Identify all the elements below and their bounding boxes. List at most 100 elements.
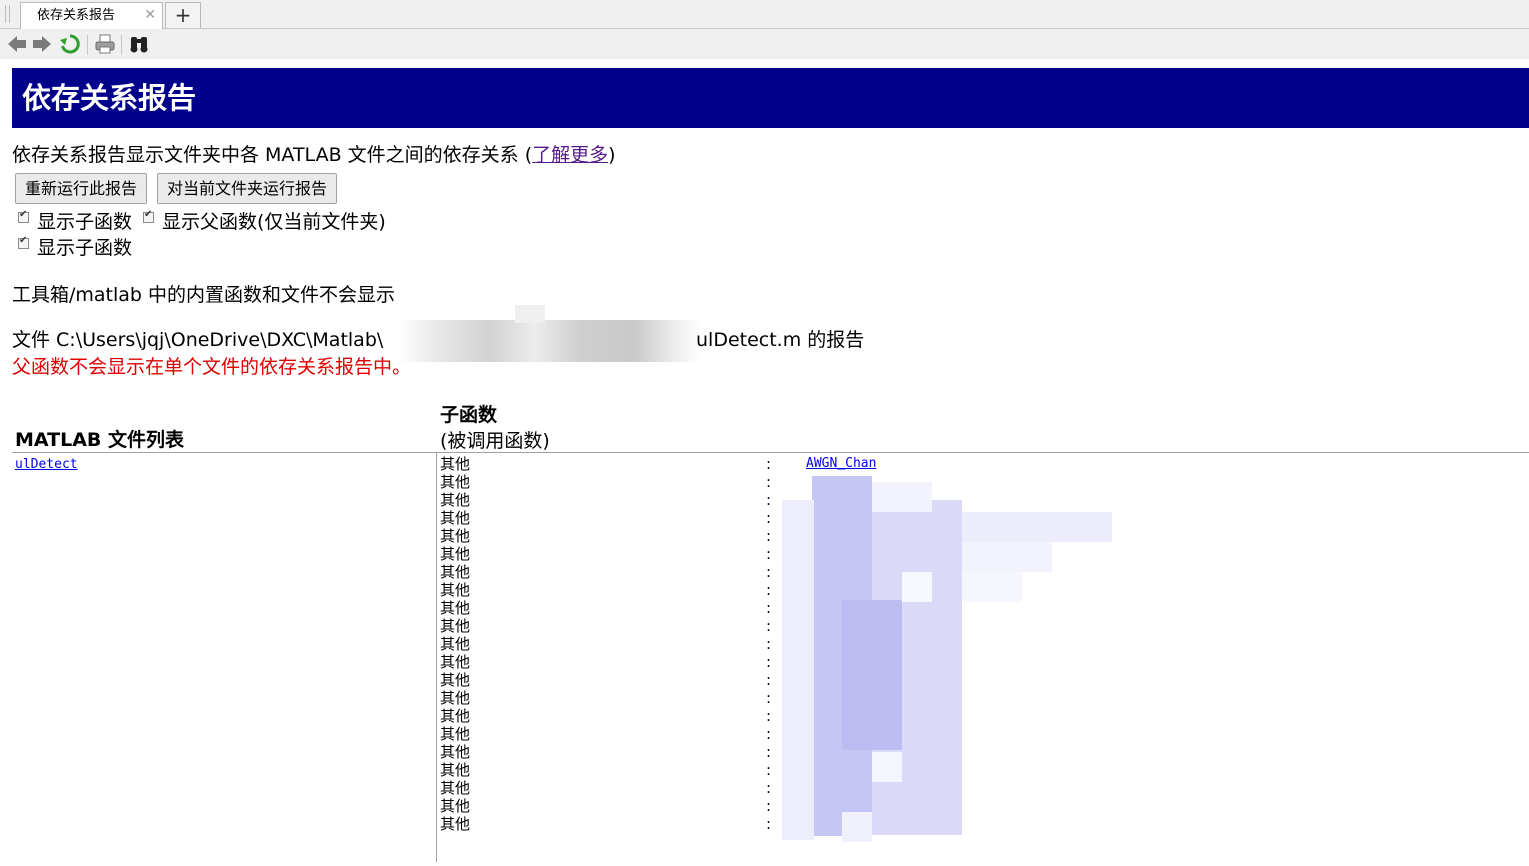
description-text: 依存关系报告显示文件夹中各 MATLAB 文件之间的依存关系 ( bbox=[12, 144, 533, 166]
table-row: 其他: bbox=[440, 779, 910, 797]
table-row: 其他: bbox=[440, 563, 910, 581]
show-subfunctions-2-label: 显示子函数 bbox=[37, 237, 133, 259]
row-separator: : bbox=[766, 653, 772, 671]
function-type: 其他 bbox=[440, 671, 471, 689]
table-row: 其他: bbox=[440, 743, 910, 761]
row-separator: : bbox=[766, 455, 772, 473]
table-row: 其他: bbox=[440, 491, 910, 509]
row-separator: : bbox=[766, 689, 772, 707]
function-type: 其他 bbox=[440, 527, 471, 545]
table-row: 其他: bbox=[440, 635, 910, 653]
row-separator: : bbox=[766, 581, 772, 599]
column-divider bbox=[436, 452, 437, 862]
row-separator: : bbox=[766, 797, 772, 815]
row-separator: : bbox=[766, 563, 772, 581]
function-type: 其他 bbox=[440, 455, 471, 473]
show-parent-checkbox[interactable] bbox=[143, 209, 154, 223]
row-separator: : bbox=[766, 761, 772, 779]
find-icon[interactable] bbox=[128, 33, 150, 55]
table-row: 其他: bbox=[440, 473, 910, 491]
row-separator: : bbox=[766, 527, 772, 545]
table-row: 其他: AWGN_Chan bbox=[440, 455, 910, 473]
show-parent-label: 显示父函数(仅当前文件夹) bbox=[162, 211, 386, 233]
table-row: 其他: bbox=[440, 509, 910, 527]
file-path-suffix: ulDetect.m 的报告 bbox=[696, 329, 865, 351]
toolbar-separator bbox=[121, 35, 122, 55]
subfunctions-subheader: (被调用函数) bbox=[440, 430, 550, 452]
row-separator: : bbox=[766, 509, 772, 527]
function-type: 其他 bbox=[440, 779, 471, 797]
row-separator: : bbox=[766, 725, 772, 743]
table-row: 其他: bbox=[440, 671, 910, 689]
function-type: 其他 bbox=[440, 725, 471, 743]
new-tab-button[interactable]: + bbox=[165, 2, 201, 28]
report-description: 依存关系报告显示文件夹中各 MATLAB 文件之间的依存关系 (了解更多) bbox=[12, 140, 616, 167]
rerun-report-button[interactable]: 重新运行此报告 bbox=[15, 173, 148, 204]
table-row: 其他: bbox=[440, 599, 910, 617]
table-row: 其他: bbox=[440, 689, 910, 707]
row-separator: : bbox=[766, 545, 772, 563]
row-separator: : bbox=[766, 473, 772, 491]
show-subfunctions-checkbox[interactable] bbox=[18, 209, 29, 223]
page-title: 依存关系报告 bbox=[12, 68, 1529, 128]
row-separator: : bbox=[766, 815, 772, 833]
table-row: 其他: bbox=[440, 545, 910, 563]
row-separator: : bbox=[766, 671, 772, 689]
row-separator: : bbox=[766, 635, 772, 653]
forward-icon[interactable] bbox=[31, 33, 53, 55]
function-type: 其他 bbox=[440, 563, 471, 581]
file-path-prefix: 文件 C:\Users\jqj\OneDrive\DXC\Matlab\ bbox=[12, 329, 384, 351]
function-type: 其他 bbox=[440, 581, 471, 599]
file-link[interactable]: ulDetect bbox=[15, 457, 78, 472]
tab-label: 依存关系报告 bbox=[37, 8, 116, 23]
description-suffix: ) bbox=[608, 144, 616, 166]
table-row: 其他: bbox=[440, 815, 910, 833]
show-subfunctions-2-checkbox[interactable] bbox=[18, 235, 29, 249]
row-separator: : bbox=[766, 599, 772, 617]
function-type: 其他 bbox=[440, 743, 471, 761]
function-type: 其他 bbox=[440, 509, 471, 527]
tab-dependency-report[interactable]: 依存关系报告 ✕ bbox=[20, 2, 163, 29]
back-icon[interactable] bbox=[6, 33, 28, 55]
toolbar bbox=[0, 29, 1529, 59]
print-icon[interactable] bbox=[94, 33, 116, 55]
row-separator: : bbox=[766, 617, 772, 635]
table-row: 其他: bbox=[440, 527, 910, 545]
row-separator: : bbox=[766, 707, 772, 725]
row-separator: : bbox=[766, 491, 772, 509]
table-row: 其他: bbox=[440, 797, 910, 815]
function-type: 其他 bbox=[440, 635, 471, 653]
toolbar-separator bbox=[87, 35, 88, 55]
row-separator: : bbox=[766, 779, 772, 797]
function-type: 其他 bbox=[440, 473, 471, 491]
function-type: 其他 bbox=[440, 707, 471, 725]
refresh-icon[interactable] bbox=[59, 33, 81, 55]
redaction-block bbox=[962, 512, 1112, 542]
subfunction-list: 其他: AWGN_Chan 其他: 其他: 其他: 其他: 其他: 其他: 其他: 其他: 其他: 其… bbox=[440, 455, 910, 833]
function-type: 其他 bbox=[440, 797, 471, 815]
function-type: 其他 bbox=[440, 617, 471, 635]
redacted-path-fragment bbox=[515, 305, 545, 323]
table-row: 其他: bbox=[440, 761, 910, 779]
function-type: 其他 bbox=[440, 545, 471, 563]
file-list-header: MATLAB 文件列表 bbox=[15, 429, 185, 451]
subfunctions-header: 子函数 bbox=[440, 404, 498, 426]
function-type: 其他 bbox=[440, 815, 471, 833]
redaction-block bbox=[962, 572, 1022, 602]
learn-more-link[interactable]: 了解更多 bbox=[532, 144, 608, 166]
run-current-folder-button[interactable]: 对当前文件夹运行报告 bbox=[157, 173, 338, 204]
close-icon[interactable]: ✕ bbox=[144, 3, 156, 28]
redaction-block bbox=[962, 542, 1052, 572]
parent-warning: 父函数不会显示在单个文件的依存关系报告中。 bbox=[12, 356, 412, 378]
table-row: 其他: bbox=[440, 581, 910, 599]
table-divider bbox=[12, 452, 1529, 453]
show-subfunctions-label: 显示子函数 bbox=[37, 211, 133, 233]
table-row: 其他: bbox=[440, 617, 910, 635]
tab-grip[interactable] bbox=[5, 5, 10, 23]
row-separator: : bbox=[766, 743, 772, 761]
function-type: 其他 bbox=[440, 491, 471, 509]
table-row: 其他: bbox=[440, 725, 910, 743]
function-link[interactable]: AWGN_Chan bbox=[806, 455, 876, 473]
function-type: 其他 bbox=[440, 653, 471, 671]
table-row: 其他: bbox=[440, 707, 910, 725]
